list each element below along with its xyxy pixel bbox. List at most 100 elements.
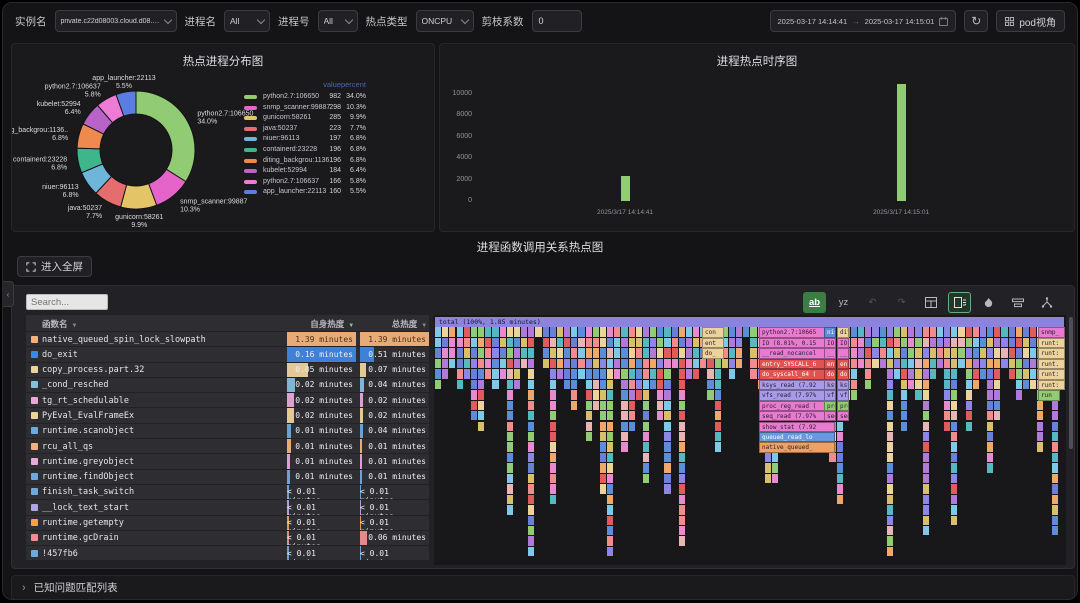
flame-cell[interactable] bbox=[1009, 348, 1016, 358]
flame-cell[interactable] bbox=[937, 348, 944, 358]
flame-cell[interactable] bbox=[492, 348, 499, 358]
flame-cell[interactable] bbox=[528, 453, 535, 463]
flame-cell[interactable] bbox=[994, 411, 1001, 421]
flame-cell[interactable] bbox=[500, 369, 507, 379]
flame-cell[interactable] bbox=[944, 327, 951, 337]
hotspot-type-select[interactable]: ONCPU bbox=[416, 10, 474, 32]
table-row[interactable]: runtime.scanobject0.01 minutes0.04 minut… bbox=[26, 424, 429, 438]
flame-cell[interactable] bbox=[679, 348, 686, 358]
flame-cell[interactable] bbox=[966, 359, 973, 369]
flame-cell[interactable] bbox=[1052, 422, 1059, 432]
flame-cell[interactable] bbox=[679, 526, 686, 536]
flame-cell[interactable] bbox=[1009, 338, 1016, 348]
flame-cell[interactable] bbox=[664, 359, 671, 369]
flame-cell[interactable] bbox=[657, 359, 664, 369]
flame-cell[interactable] bbox=[901, 369, 908, 379]
refresh-button[interactable]: ↻ bbox=[964, 10, 988, 32]
flame-cell[interactable] bbox=[643, 401, 650, 411]
flame-cell[interactable] bbox=[449, 359, 456, 369]
flame-cell[interactable] bbox=[923, 516, 930, 526]
flame-cell[interactable] bbox=[1052, 495, 1059, 505]
flame-cell[interactable] bbox=[686, 327, 693, 337]
flame-cell[interactable] bbox=[987, 348, 994, 358]
flame-cell[interactable] bbox=[664, 327, 671, 337]
flame-cell[interactable] bbox=[571, 380, 578, 390]
flame-cell[interactable] bbox=[650, 348, 657, 358]
flame-cell[interactable] bbox=[600, 411, 607, 421]
flame-cell[interactable] bbox=[672, 327, 679, 337]
flame-frame[interactable]: IO bbox=[824, 338, 836, 348]
flame-root-frame[interactable]: total (100%, 1.85 minutes) bbox=[435, 317, 1064, 327]
flame-cell[interactable] bbox=[607, 401, 614, 411]
flame-cell[interactable] bbox=[915, 327, 922, 337]
flame-cell[interactable] bbox=[586, 401, 593, 411]
flame-cell[interactable] bbox=[872, 327, 879, 337]
instance-select[interactable]: private.c22d08003.cloud.d08.amtest144 bbox=[55, 10, 177, 32]
flame-cell[interactable] bbox=[550, 411, 557, 421]
legend-item[interactable]: niuer:961131976.8% bbox=[244, 134, 374, 144]
flame-cell[interactable] bbox=[607, 526, 614, 536]
flame-cell[interactable] bbox=[1001, 348, 1008, 358]
flame-cell[interactable] bbox=[1052, 463, 1059, 473]
flame-cell[interactable] bbox=[457, 338, 464, 348]
flame-cell[interactable] bbox=[621, 348, 628, 358]
flame-cell[interactable] bbox=[837, 474, 844, 484]
flame-cell[interactable] bbox=[887, 453, 894, 463]
flame-cell[interactable] bbox=[980, 359, 987, 369]
flame-cell[interactable] bbox=[550, 338, 557, 348]
flame-cell[interactable] bbox=[600, 453, 607, 463]
flame-cell[interactable] bbox=[528, 348, 535, 358]
flame-cell[interactable] bbox=[471, 401, 478, 411]
flame-cell[interactable] bbox=[901, 411, 908, 421]
flame-cell[interactable] bbox=[715, 401, 722, 411]
flame-cell[interactable] bbox=[1030, 359, 1037, 369]
flame-cell[interactable] bbox=[514, 338, 521, 348]
flame-cell[interactable] bbox=[750, 348, 757, 358]
flame-cell[interactable] bbox=[636, 380, 643, 390]
flame-cell[interactable] bbox=[657, 338, 664, 348]
flame-cell[interactable] bbox=[743, 327, 750, 337]
flame-cell[interactable] bbox=[657, 327, 664, 337]
flame-cell[interactable] bbox=[944, 422, 951, 432]
flame-cell[interactable] bbox=[966, 338, 973, 348]
flame-cell[interactable] bbox=[643, 432, 650, 442]
redo-button[interactable]: ↷ bbox=[890, 292, 913, 313]
flame-cell[interactable] bbox=[607, 484, 614, 494]
flame-cell[interactable] bbox=[707, 369, 714, 379]
flame-cell[interactable] bbox=[887, 422, 894, 432]
flame-cell[interactable] bbox=[457, 348, 464, 358]
flame-cell[interactable] bbox=[901, 390, 908, 400]
flame-cell[interactable] bbox=[478, 348, 485, 358]
flame-cell[interactable] bbox=[908, 327, 915, 337]
flame-cell[interactable] bbox=[1052, 453, 1059, 463]
flame-cell[interactable] bbox=[915, 348, 922, 358]
pod-view-button[interactable]: pod视角 bbox=[996, 10, 1065, 32]
flame-cell[interactable] bbox=[679, 453, 686, 463]
flame-cell[interactable] bbox=[507, 463, 514, 473]
flame-cell[interactable] bbox=[507, 474, 514, 484]
flame-frame[interactable]: niu bbox=[824, 327, 836, 337]
flame-cell[interactable] bbox=[887, 401, 894, 411]
flame-cell[interactable] bbox=[593, 327, 600, 337]
flame-cell[interactable] bbox=[557, 327, 564, 337]
flame-cell[interactable] bbox=[880, 338, 887, 348]
flame-cell[interactable] bbox=[923, 401, 930, 411]
flame-cell[interactable] bbox=[679, 380, 686, 390]
flame-cell[interactable] bbox=[715, 369, 722, 379]
flame-cell[interactable] bbox=[507, 495, 514, 505]
flame-cell[interactable] bbox=[657, 348, 664, 358]
flame-cell[interactable] bbox=[887, 526, 894, 536]
flame-cell[interactable] bbox=[944, 390, 951, 400]
flame-cell[interactable] bbox=[765, 474, 772, 484]
flame-cell[interactable] bbox=[507, 380, 514, 390]
flame-cell[interactable] bbox=[951, 390, 958, 400]
flame-cell[interactable] bbox=[750, 327, 757, 337]
flame-cell[interactable] bbox=[607, 442, 614, 452]
flame-cell[interactable] bbox=[923, 348, 930, 358]
flame-cell[interactable] bbox=[951, 327, 958, 337]
flame-cell[interactable] bbox=[578, 348, 585, 358]
flame-cell[interactable] bbox=[664, 442, 671, 452]
flame-cell[interactable] bbox=[880, 327, 887, 337]
flame-cell[interactable] bbox=[923, 359, 930, 369]
flame-cell[interactable] bbox=[729, 369, 736, 379]
